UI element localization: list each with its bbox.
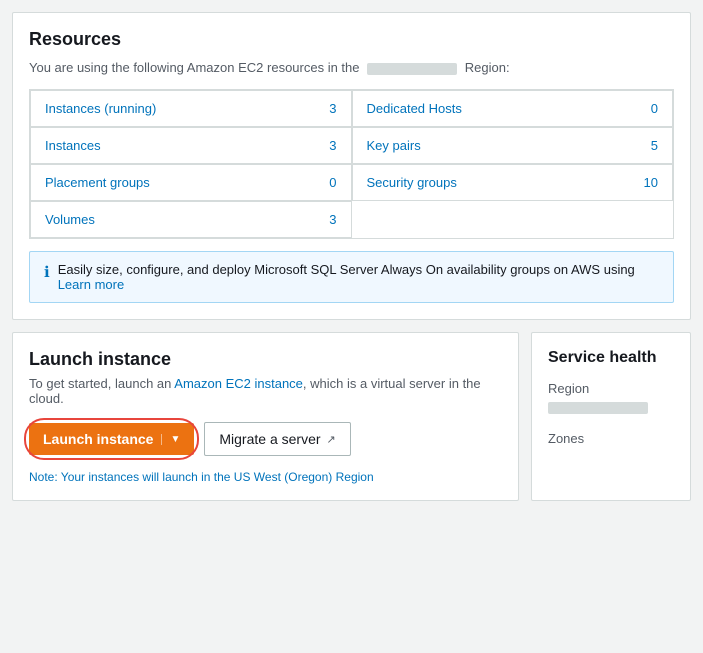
resource-item-key-pairs[interactable]: Key pairs 5 xyxy=(352,127,674,164)
migrate-server-button[interactable]: Migrate a server ↗ xyxy=(204,422,350,456)
resource-label-key-pairs: Key pairs xyxy=(367,138,421,153)
region-value-placeholder xyxy=(548,402,648,414)
resource-count-instances: 3 xyxy=(329,138,336,153)
launch-card: Launch instance To get started, launch a… xyxy=(12,332,519,501)
resource-item-placement-groups[interactable]: Placement groups 0 xyxy=(30,164,352,201)
launch-subtitle: To get started, launch an Amazon EC2 ins… xyxy=(29,376,502,406)
resource-label-placement-groups: Placement groups xyxy=(45,175,150,190)
resources-card: Resources You are using the following Am… xyxy=(12,12,691,320)
launch-subtitle-link[interactable]: Amazon EC2 instance xyxy=(174,376,303,391)
resource-count-volumes: 3 xyxy=(329,212,336,227)
bottom-row: Launch instance To get started, launch a… xyxy=(12,332,691,501)
resources-title: Resources xyxy=(29,29,674,50)
resource-label-security-groups: Security groups xyxy=(367,175,457,190)
launch-title: Launch instance xyxy=(29,349,502,370)
migrate-btn-label: Migrate a server xyxy=(219,431,320,447)
chevron-down-icon: ▼ xyxy=(161,434,180,445)
resource-label-instances-running: Instances (running) xyxy=(45,101,156,116)
resource-label-instances: Instances xyxy=(45,138,101,153)
resource-count-instances-running: 3 xyxy=(329,101,336,116)
resource-count-key-pairs: 5 xyxy=(651,138,658,153)
info-content: Easily size, configure, and deploy Micro… xyxy=(58,262,635,292)
resource-label-dedicated-hosts: Dedicated Hosts xyxy=(367,101,462,116)
button-row: Launch instance ▼ Migrate a server ↗ xyxy=(29,422,502,456)
resources-subtitle: You are using the following Amazon EC2 r… xyxy=(29,60,674,75)
resource-item-empty xyxy=(352,201,674,238)
learn-more-link[interactable]: Learn more xyxy=(58,277,124,292)
info-text: Easily size, configure, and deploy Micro… xyxy=(58,262,635,277)
resources-grid: Instances (running) 3 Dedicated Hosts 0 … xyxy=(29,89,674,239)
external-link-icon: ↗ xyxy=(327,433,336,446)
resource-item-volumes[interactable]: Volumes 3 xyxy=(30,201,352,238)
region-label: Region xyxy=(548,381,674,396)
resource-item-dedicated-hosts[interactable]: Dedicated Hosts 0 xyxy=(352,90,674,127)
region-placeholder xyxy=(367,63,457,75)
resource-count-dedicated-hosts: 0 xyxy=(651,101,658,116)
launch-note: Note: Your instances will launch in the … xyxy=(29,470,502,484)
resource-count-security-groups: 10 xyxy=(644,175,658,190)
resource-item-instances-running[interactable]: Instances (running) 3 xyxy=(30,90,352,127)
resource-count-placement-groups: 0 xyxy=(329,175,336,190)
resource-item-security-groups[interactable]: Security groups 10 xyxy=(352,164,674,201)
launch-btn-label: Launch instance xyxy=(43,431,153,447)
launch-btn-wrapper: Launch instance ▼ xyxy=(29,423,194,455)
resource-item-instances[interactable]: Instances 3 xyxy=(30,127,352,164)
service-health-card: Service health Region Zones xyxy=(531,332,691,501)
info-banner: ℹ Easily size, configure, and deploy Mic… xyxy=(29,251,674,303)
info-icon: ℹ xyxy=(44,263,50,281)
launch-instance-button[interactable]: Launch instance ▼ xyxy=(29,423,194,455)
service-health-title: Service health xyxy=(548,349,674,367)
zones-label: Zones xyxy=(548,431,674,446)
resource-label-volumes: Volumes xyxy=(45,212,95,227)
